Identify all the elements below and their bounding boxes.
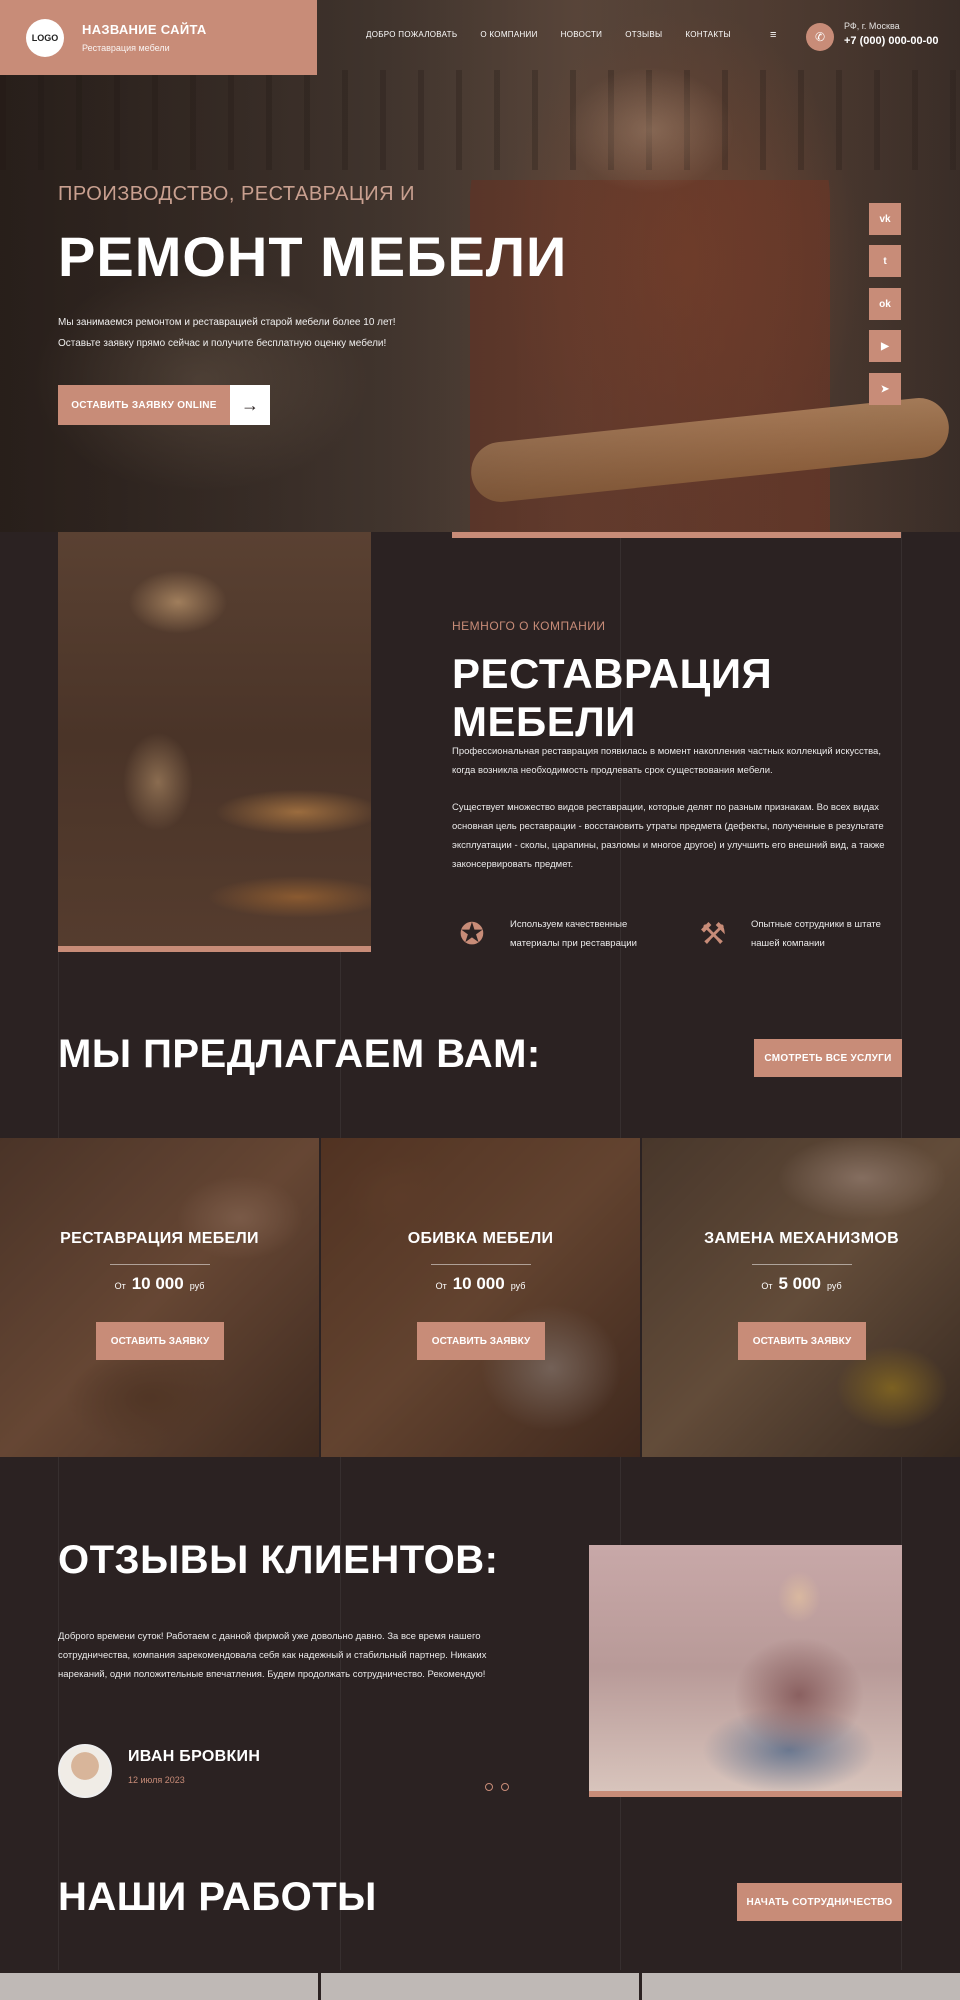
header-city: РФ, г. Москва bbox=[844, 21, 900, 31]
site-title: НАЗВАНИЕ САЙТА bbox=[82, 22, 207, 37]
divider bbox=[752, 1264, 852, 1265]
slider-dot[interactable] bbox=[501, 1783, 509, 1791]
service-card-mechanisms[interactable]: ЗАМЕНА МЕХАНИЗМОВ От 5 000 руб ОСТАВИТЬ ЗА… bbox=[642, 1138, 960, 1457]
hero-section: LOGO НАЗВАНИЕ САЙТА Реставрация мебели Д… bbox=[0, 0, 960, 532]
reviews-title: ОТЗЫВЫ КЛИЕНТОВ: bbox=[58, 1538, 499, 1582]
about-paragraph: Профессиональная реставрация появилась в… bbox=[452, 746, 881, 776]
price-currency: руб bbox=[189, 1281, 205, 1291]
tools-icon: ⚒ bbox=[699, 917, 727, 951]
header-phone[interactable]: +7 (000) 000-00-00 bbox=[844, 35, 938, 47]
slider-dot[interactable] bbox=[485, 1783, 493, 1791]
work-thumbnail[interactable] bbox=[0, 1973, 318, 2000]
service-name: РЕСТАВРАЦИЯ МЕБЕЛИ bbox=[60, 1230, 259, 1247]
header-contact: РФ, г. Москва +7 (000) 000-00-00 bbox=[844, 21, 938, 47]
feature-text: Опытные сотрудники в штате нашей компани… bbox=[751, 919, 881, 949]
start-cooperation-button[interactable]: НАЧАТЬ СОТРУДНИЧЕСТВО bbox=[737, 1883, 902, 1921]
service-request-button[interactable]: ОСТАВИТЬ ЗАЯВКУ bbox=[96, 1322, 224, 1360]
works-title: НАШИ РАБОТЫ bbox=[58, 1875, 377, 1919]
service-price: От 5 000 руб bbox=[642, 1274, 960, 1294]
about-tools-image bbox=[58, 532, 371, 952]
divider bbox=[431, 1264, 531, 1265]
feature-staff: ⚒ Опытные сотрудники в штате нашей компа… bbox=[693, 914, 911, 954]
about-kicker: НЕМНОГО О КОМПАНИИ bbox=[452, 619, 606, 633]
arrow-right-icon: → bbox=[230, 385, 270, 425]
hero-text-line: Оставьте заявку прямо сейчас и получите … bbox=[58, 338, 387, 349]
services-title: МЫ ПРЕДЛАГАЕМ ВАМ: bbox=[58, 1032, 541, 1076]
online-request-label: ОСТАВИТЬ ЗАЯВКУ ONLINE bbox=[58, 385, 230, 425]
hero-subtitle: ПРОИЗВОДСТВО, РЕСТАВРАЦИЯ И bbox=[58, 183, 416, 205]
price-prefix: От bbox=[435, 1281, 447, 1291]
price-value: 5 000 bbox=[778, 1274, 821, 1293]
price-prefix: От bbox=[761, 1281, 773, 1291]
price-value: 10 000 bbox=[452, 1274, 505, 1293]
divider bbox=[110, 1264, 210, 1265]
review-photo bbox=[589, 1545, 902, 1797]
accent-bar bbox=[452, 532, 901, 538]
feature-materials: ✪ Используем качественные материалы при … bbox=[452, 914, 670, 954]
avatar bbox=[58, 1744, 112, 1798]
hero-title: РЕМОНТ МЕБЕЛИ bbox=[58, 225, 568, 288]
price-currency: руб bbox=[827, 1281, 842, 1291]
odnoklassniki-icon[interactable]: ok bbox=[869, 288, 901, 320]
work-thumbnail[interactable] bbox=[321, 1973, 639, 2000]
service-card-upholstery[interactable]: ОБИВКА МЕБЕЛИ От 10 000 руб ОСТАВИТЬ ЗАЯВК… bbox=[321, 1138, 640, 1457]
feature-text: Используем качественные материалы при ре… bbox=[510, 919, 637, 949]
price-prefix: От bbox=[114, 1281, 126, 1291]
reviewer-name: ИВАН БРОВКИН bbox=[128, 1748, 261, 1765]
service-request-button[interactable]: ОСТАВИТЬ ЗАЯВКУ bbox=[738, 1322, 866, 1360]
nav-item-news[interactable]: НОВОСТИ bbox=[561, 30, 603, 39]
logo[interactable]: LOGO bbox=[26, 18, 64, 57]
review-date: 12 июля 2023 bbox=[128, 1775, 185, 1785]
nav-item-about[interactable]: О КОМПАНИИ bbox=[480, 30, 537, 39]
twitter-icon[interactable]: t bbox=[869, 245, 901, 277]
telegram-icon[interactable]: ➤ bbox=[869, 373, 901, 405]
nav-item-contacts[interactable]: КОНТАКТЫ bbox=[685, 30, 731, 39]
service-name: ОБИВКА МЕБЕЛИ bbox=[407, 1230, 554, 1247]
service-price: От 10 000 руб bbox=[0, 1274, 319, 1294]
nav-item-welcome[interactable]: ДОБРО ПОЖАЛОВАТЬ bbox=[366, 30, 457, 39]
about-title: РЕСТАВРАЦИЯ МЕБЕЛИ bbox=[452, 650, 773, 745]
logo-block[interactable]: LOGO НАЗВАНИЕ САЙТА Реставрация мебели bbox=[0, 0, 317, 75]
phone-icon[interactable]: ✆ bbox=[806, 23, 834, 51]
vk-icon[interactable]: vk bbox=[869, 203, 901, 235]
online-request-button[interactable]: ОСТАВИТЬ ЗАЯВКУ ONLINE → bbox=[58, 385, 270, 425]
all-services-button[interactable]: СМОТРЕТЬ ВСЕ УСЛУГИ bbox=[754, 1039, 902, 1077]
youtube-icon[interactable]: ▶ bbox=[869, 330, 901, 362]
hero-text-line: Мы занимаемся ремонтом и реставрацией ст… bbox=[58, 317, 396, 328]
price-currency: руб bbox=[510, 1281, 526, 1291]
main-nav: ДОБРО ПОЖАЛОВАТЬ О КОМПАНИИ НОВОСТИ ОТЗЫ… bbox=[366, 30, 731, 39]
award-icon: ✪ bbox=[459, 917, 485, 951]
service-price: От 10 000 руб bbox=[321, 1274, 640, 1294]
nav-item-reviews[interactable]: ОТЗЫВЫ bbox=[625, 30, 662, 39]
site-name: НАЗВАНИЕ САЙТА Реставрация мебели bbox=[82, 22, 207, 53]
menu-icon[interactable]: ≡ bbox=[770, 29, 776, 41]
service-name: ЗАМЕНА МЕХАНИЗМОВ bbox=[704, 1230, 899, 1247]
site-tagline: Реставрация мебели bbox=[82, 43, 170, 53]
service-card-restoration[interactable]: РЕСТАВРАЦИЯ МЕБЕЛИ От 10 000 руб ОСТАВИТЬ … bbox=[0, 1138, 319, 1457]
hero-text: Мы занимаемся ремонтом и реставрацией ст… bbox=[58, 312, 478, 354]
about-paragraph: Существует множество видов реставрации, … bbox=[452, 802, 885, 870]
review-text: Доброго времени суток! Работаем с данной… bbox=[58, 1631, 487, 1680]
price-value: 10 000 bbox=[131, 1274, 184, 1293]
service-request-button[interactable]: ОСТАВИТЬ ЗАЯВКУ bbox=[417, 1322, 545, 1360]
work-thumbnail[interactable] bbox=[642, 1973, 960, 2000]
